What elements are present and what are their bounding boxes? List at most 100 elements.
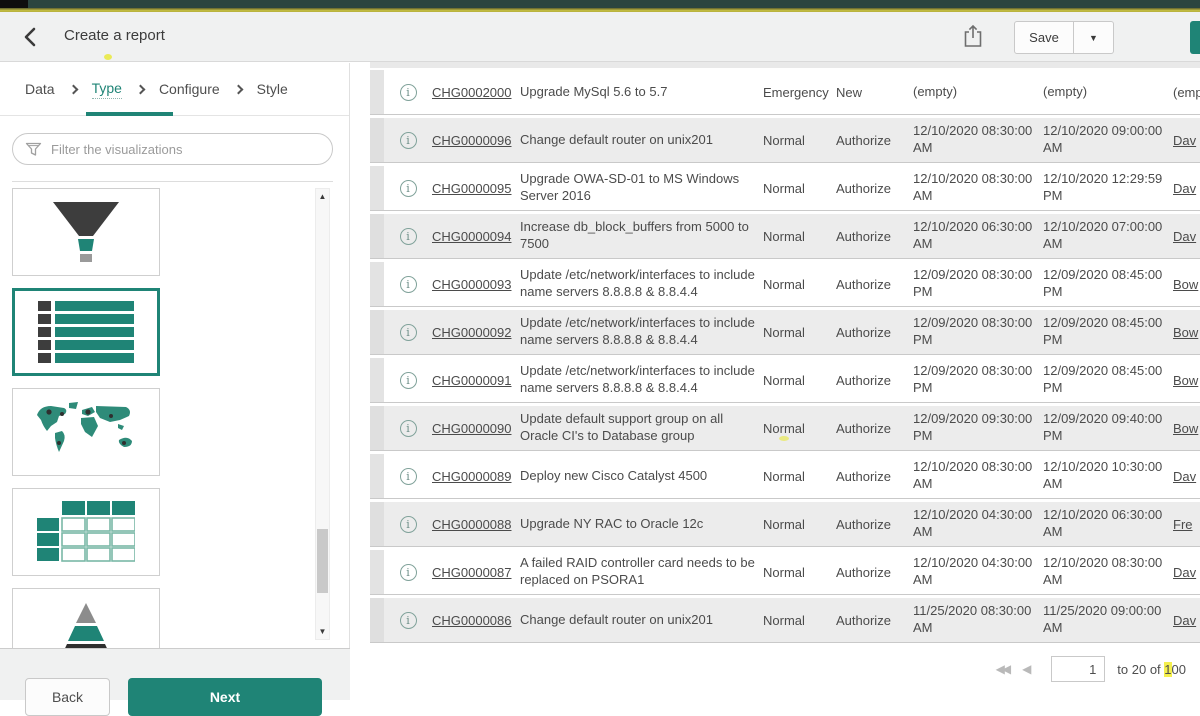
back-button[interactable] — [18, 25, 44, 51]
table-row: CHG0000086 Change default router on unix… — [370, 598, 1200, 643]
assignee-link[interactable]: Bow — [1173, 277, 1198, 292]
change-number-link[interactable]: CHG0002000 — [432, 85, 512, 100]
info-icon[interactable] — [400, 516, 417, 533]
assignee-link[interactable]: Fre — [1173, 517, 1193, 532]
report-type-panel: Data Type Configure Style — [0, 63, 350, 700]
highlighted-digit: 1 — [1164, 662, 1171, 677]
priority: Emergency — [763, 70, 836, 114]
partial-row — [370, 62, 1200, 68]
short-description: Update /etc/network/interfaces to includ… — [520, 310, 763, 354]
priority: Normal — [763, 262, 836, 306]
wizard-back-button[interactable]: Back — [25, 678, 110, 716]
info-icon[interactable] — [400, 612, 417, 629]
scrollbar-thumb[interactable] — [317, 529, 328, 593]
row-range-label: to 20 of 100 — [1117, 662, 1186, 677]
report-preview-table: CHG0002000 Upgrade MySql 5.6 to 5.7 Emer… — [370, 62, 1200, 682]
assignee-link[interactable]: Bow — [1173, 325, 1198, 340]
visualization-list: ▲ ▼ — [0, 182, 349, 648]
change-number-link[interactable]: CHG0000086 — [432, 613, 512, 628]
short-description: Update /etc/network/interfaces to includ… — [520, 358, 763, 402]
assignee-link[interactable]: Dav — [1173, 133, 1196, 148]
share-export-icon — [962, 23, 984, 49]
change-number-link[interactable]: CHG0000094 — [432, 229, 512, 244]
state: Authorize — [836, 310, 913, 354]
viz-option-funnel[interactable] — [12, 188, 160, 276]
assignee-link[interactable]: Dav — [1173, 469, 1196, 484]
list-chart-icon — [38, 300, 134, 364]
scroll-up-icon[interactable]: ▲ — [316, 192, 329, 201]
planned-start: 12/10/2020 06:30:00 AM — [913, 214, 1043, 258]
state: New — [836, 70, 913, 114]
change-number-link[interactable]: CHG0000087 — [432, 565, 512, 580]
page-number-input[interactable] — [1051, 656, 1105, 682]
priority: Normal — [763, 454, 836, 498]
state: Authorize — [836, 406, 913, 450]
wizard-step-style[interactable]: Style — [257, 81, 288, 97]
viz-option-map[interactable] — [12, 388, 160, 476]
assignee-link[interactable]: Dav — [1173, 181, 1196, 196]
info-icon[interactable] — [400, 372, 417, 389]
page-title: Create a report — [64, 27, 165, 44]
wizard-footer: Back Next — [0, 648, 350, 700]
wizard-step-type[interactable]: Type — [92, 80, 122, 99]
priority: Normal — [763, 358, 836, 402]
assignee-link[interactable]: Dav — [1173, 565, 1196, 580]
info-icon[interactable] — [400, 564, 417, 581]
planned-end: 12/10/2020 06:30:00 AM — [1043, 502, 1173, 546]
assignee-link[interactable]: Bow — [1173, 373, 1198, 388]
info-icon[interactable] — [400, 228, 417, 245]
info-icon[interactable] — [400, 420, 417, 437]
change-number-link[interactable]: CHG0000093 — [432, 277, 512, 292]
chevron-right-icon — [135, 84, 145, 94]
save-button[interactable]: Save — [1014, 21, 1074, 54]
previous-page-icon[interactable]: ◀ — [1022, 662, 1031, 676]
change-number-link[interactable]: CHG0000089 — [432, 469, 512, 484]
assignee-link[interactable]: Dav — [1173, 613, 1196, 628]
change-number-link[interactable]: CHG0000091 — [432, 373, 512, 388]
assignee-link[interactable]: Bow — [1173, 421, 1198, 436]
change-number-link[interactable]: CHG0000088 — [432, 517, 512, 532]
info-icon[interactable] — [400, 180, 417, 197]
top-brand-bar — [0, 0, 1200, 8]
change-number-link[interactable]: CHG0000096 — [432, 133, 512, 148]
info-icon[interactable] — [400, 468, 417, 485]
change-number-link[interactable]: CHG0000090 — [432, 421, 512, 436]
viz-option-pyramid[interactable] — [12, 588, 160, 648]
short-description: Update /etc/network/interfaces to includ… — [520, 262, 763, 306]
viz-list-scrollbar[interactable]: ▲ ▼ — [315, 188, 330, 640]
viz-option-list[interactable] — [12, 288, 160, 376]
priority: Normal — [763, 502, 836, 546]
state: Authorize — [836, 262, 913, 306]
info-icon[interactable] — [400, 276, 417, 293]
info-icon[interactable] — [400, 324, 417, 341]
assignee-link[interactable]: Dav — [1173, 229, 1196, 244]
share-button[interactable] — [962, 23, 984, 52]
save-menu-button[interactable]: ▼ — [1074, 21, 1114, 54]
info-icon[interactable] — [400, 84, 417, 101]
chevron-right-icon — [68, 84, 78, 94]
planned-end: 12/10/2020 08:30:00 AM — [1043, 550, 1173, 594]
change-number-link[interactable]: CHG0000095 — [432, 181, 512, 196]
planned-start: 11/25/2020 08:30:00 AM — [913, 598, 1043, 642]
planned-end: 12/09/2020 08:45:00 PM — [1043, 310, 1173, 354]
priority: Normal — [763, 118, 836, 162]
wizard-step-configure[interactable]: Configure — [159, 81, 220, 97]
caret-down-icon: ▼ — [1089, 33, 1098, 43]
wizard-step-data[interactable]: Data — [25, 81, 55, 97]
first-page-icon[interactable]: ◀◀ — [996, 662, 1008, 676]
visualization-filter — [12, 133, 333, 165]
state: Authorize — [836, 550, 913, 594]
world-map-icon — [31, 399, 141, 465]
edge-action-button[interactable] — [1190, 21, 1200, 54]
wizard-next-button[interactable]: Next — [128, 678, 322, 716]
change-number-link[interactable]: CHG0000092 — [432, 325, 512, 340]
table-row: CHG0000092 Update /etc/network/interface… — [370, 310, 1200, 355]
chevron-left-icon — [19, 25, 43, 49]
scroll-down-icon[interactable]: ▼ — [316, 627, 329, 636]
state: Authorize — [836, 118, 913, 162]
priority: Normal — [763, 550, 836, 594]
filter-visualizations-input[interactable] — [51, 142, 320, 157]
info-icon[interactable] — [400, 132, 417, 149]
planned-end: 11/25/2020 09:00:00 AM — [1043, 598, 1173, 642]
viz-option-heatmap[interactable] — [12, 488, 160, 576]
